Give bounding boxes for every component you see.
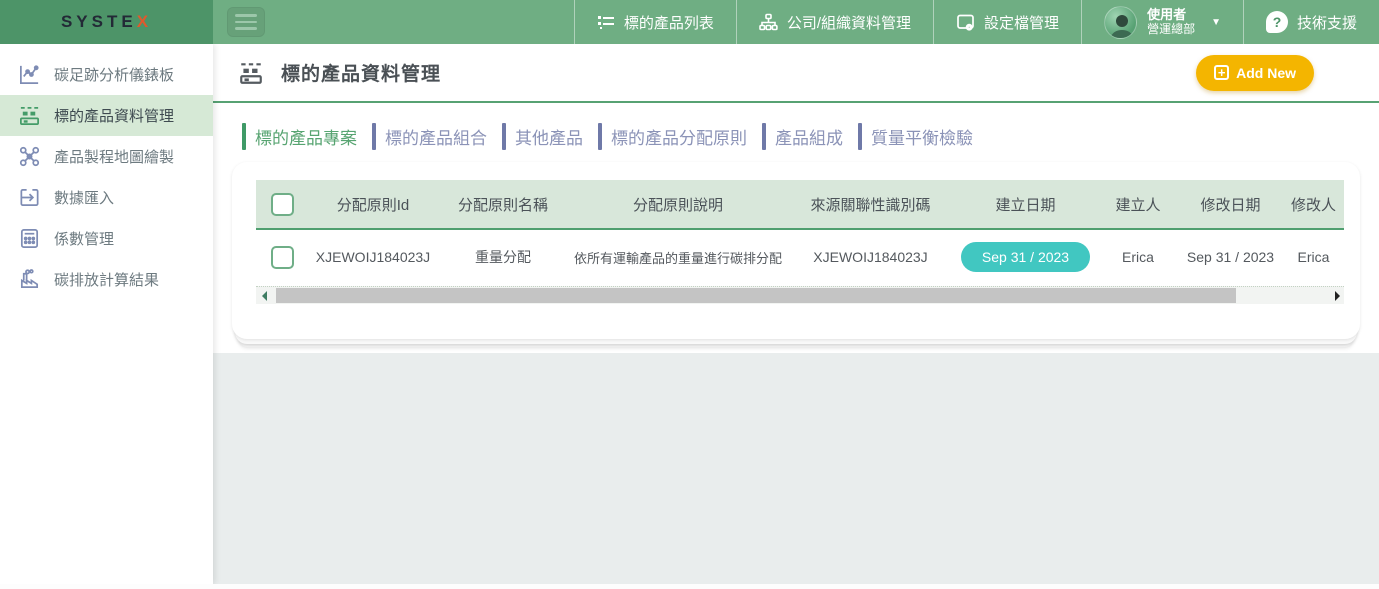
sidebar-item-label: 碳足跡分析儀錶板 xyxy=(54,64,174,85)
sidebar-item-emission-results[interactable]: 碳排放計算結果 xyxy=(0,259,213,300)
user-department: 營運總部 xyxy=(1147,23,1195,37)
scroll-left-arrow[interactable] xyxy=(262,291,267,301)
row-select-cell xyxy=(256,246,308,269)
tab-label: 質量平衡檢驗 xyxy=(871,124,973,149)
logo-accent-letter: X xyxy=(137,12,152,31)
page-header: 標的產品資料管理 + Add New xyxy=(213,44,1379,103)
created-by-cell: Erica xyxy=(1098,249,1178,265)
calculator-icon xyxy=(17,227,41,251)
tab-bar: 標的產品專案 標的產品組合 其他產品 標的產品分配原則 產品組成 質量平衡檢驗 xyxy=(242,115,1359,157)
file-gear-icon xyxy=(956,13,975,32)
app-window: SYSTEX 標的產品列表 公司/組織資料管理 設定檔 xyxy=(0,0,1379,589)
tab-target-product-portfolio[interactable]: 標的產品組合 xyxy=(372,123,487,150)
plus-icon: + xyxy=(1214,65,1229,80)
tab-indicator xyxy=(242,123,246,150)
topnav-label: 技術支援 xyxy=(1297,12,1357,33)
tab-label: 標的產品組合 xyxy=(385,124,487,149)
horizontal-scrollbar[interactable] xyxy=(256,286,1344,304)
table-card: 分配原則Id 分配原則名稱 分配原則說明 來源關聯性識別碼 建立日期 建立人 修… xyxy=(232,162,1360,339)
tab-label: 標的產品分配原則 xyxy=(611,124,747,149)
scroll-right-arrow[interactable] xyxy=(1335,291,1340,301)
tab-allocation-principles[interactable]: 標的產品分配原則 xyxy=(598,123,747,150)
sidebar-item-label: 碳排放計算結果 xyxy=(54,269,159,290)
tab-indicator xyxy=(502,123,506,150)
column-header: 來源關聯性識別碼 xyxy=(788,194,953,215)
row-checkbox[interactable] xyxy=(271,246,294,269)
add-new-label: Add New xyxy=(1236,65,1296,81)
tab-target-product-project[interactable]: 標的產品專案 xyxy=(242,123,357,150)
allocation-desc-cell: 依所有運輸產品的重量進行碳排分配 xyxy=(568,248,788,267)
user-meta: 使用者 營運總部 xyxy=(1147,8,1195,37)
column-header: 修改日期 xyxy=(1178,194,1283,215)
topnav-item-support[interactable]: ? 技術支援 xyxy=(1243,0,1379,44)
tab-other-products[interactable]: 其他產品 xyxy=(502,123,583,150)
sidebar-item-dashboard[interactable]: 碳足跡分析儀錶板 xyxy=(0,54,213,95)
topnav-item-profile-management[interactable]: 設定檔管理 xyxy=(933,0,1081,44)
data-import-icon xyxy=(17,186,41,210)
tab-indicator xyxy=(858,123,862,150)
column-header: 分配原則Id xyxy=(308,194,438,215)
source-ref-cell: XJEWOIJ184023J xyxy=(788,249,953,265)
sidebar-item-label: 係數管理 xyxy=(54,228,114,249)
topnav-label: 標的產品列表 xyxy=(624,12,714,33)
list-icon xyxy=(597,13,615,31)
hamburger-menu-button[interactable] xyxy=(227,7,265,37)
column-header: 分配原則名稱 xyxy=(438,194,568,215)
topnav: 標的產品列表 公司/組織資料管理 設定檔管理 使用者 xyxy=(574,0,1379,44)
table-header-row: 分配原則Id 分配原則名稱 分配原則說明 來源關聯性識別碼 建立日期 建立人 修… xyxy=(256,180,1344,230)
table-row[interactable]: XJEWOIJ184023J 重量分配 依所有運輸產品的重量進行碳排分配 XJE… xyxy=(256,230,1344,284)
product-data-icon xyxy=(17,104,41,128)
emission-result-icon xyxy=(17,268,41,292)
tab-indicator xyxy=(762,123,766,150)
topnav-item-product-list[interactable]: 標的產品列表 xyxy=(574,0,736,44)
sidebar-item-data-import[interactable]: 數據匯入 xyxy=(0,177,213,218)
date-badge: Sep 31 / 2023 xyxy=(961,242,1090,272)
page-title: 標的產品資料管理 xyxy=(281,59,441,86)
tab-product-composition[interactable]: 產品組成 xyxy=(762,123,843,150)
allocation-name-cell: 重量分配 xyxy=(438,247,568,267)
logo[interactable]: SYSTEX xyxy=(0,0,213,44)
product-data-icon xyxy=(238,60,264,86)
column-header: 分配原則說明 xyxy=(568,194,788,215)
modified-by-cell: Erica xyxy=(1283,249,1344,265)
dashboard-chart-icon xyxy=(17,63,41,87)
tab-indicator xyxy=(598,123,602,150)
avatar xyxy=(1104,6,1137,39)
scrollbar-thumb[interactable] xyxy=(276,288,1236,303)
main-area: 標的產品資料管理 + Add New 標的產品專案 標的產品組合 其他產品 標的… xyxy=(213,44,1379,589)
column-header: 修改人 xyxy=(1283,194,1344,215)
chevron-down-icon: ▼ xyxy=(1211,17,1221,28)
column-header: 建立日期 xyxy=(953,194,1098,215)
user-menu[interactable]: 使用者 營運總部 ▼ xyxy=(1081,0,1243,44)
bottom-strip xyxy=(0,584,1379,589)
created-date-cell: Sep 31 / 2023 xyxy=(953,242,1098,272)
question-icon: ? xyxy=(1266,11,1288,33)
select-all-checkbox[interactable] xyxy=(271,193,294,216)
sidebar: 碳足跡分析儀錶板 標的產品資料管理 產品製程地圖繪製 數據匯入 係數管理 xyxy=(0,44,213,584)
topbar: SYSTEX 標的產品列表 公司/組織資料管理 設定檔 xyxy=(0,0,1379,44)
org-chart-icon xyxy=(759,13,778,32)
select-all-cell xyxy=(256,193,308,216)
topnav-label: 設定檔管理 xyxy=(984,12,1059,33)
topnav-item-org-management[interactable]: 公司/組織資料管理 xyxy=(736,0,933,44)
sidebar-item-label: 產品製程地圖繪製 xyxy=(54,146,174,167)
user-name: 使用者 xyxy=(1147,8,1195,23)
allocation-id-cell: XJEWOIJ184023J xyxy=(308,249,438,265)
sidebar-item-coefficient[interactable]: 係數管理 xyxy=(0,218,213,259)
sidebar-item-label: 數據匯入 xyxy=(54,187,114,208)
tab-label: 標的產品專案 xyxy=(255,124,357,149)
sidebar-item-label: 標的產品資料管理 xyxy=(54,105,174,126)
sidebar-item-product-data[interactable]: 標的產品資料管理 xyxy=(0,95,213,136)
column-header: 建立人 xyxy=(1098,194,1178,215)
tab-label: 產品組成 xyxy=(775,124,843,149)
tab-label: 其他產品 xyxy=(515,124,583,149)
modified-date-cell: Sep 31 / 2023 xyxy=(1178,249,1283,265)
topnav-label: 公司/組織資料管理 xyxy=(787,12,911,33)
sidebar-item-process-map[interactable]: 產品製程地圖繪製 xyxy=(0,136,213,177)
process-map-icon xyxy=(17,145,41,169)
logo-text: SYSTEX xyxy=(61,12,152,32)
tab-mass-balance-check[interactable]: 質量平衡檢驗 xyxy=(858,123,973,150)
tab-indicator xyxy=(372,123,376,150)
add-new-button[interactable]: + Add New xyxy=(1196,55,1314,91)
